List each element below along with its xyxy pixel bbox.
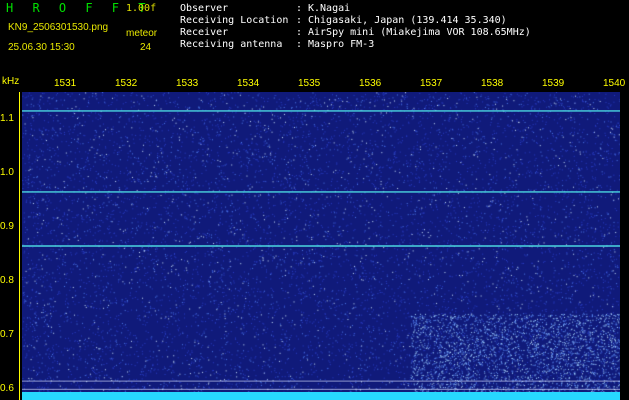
y-axis-unit: kHz: [2, 76, 20, 87]
info-separator: :: [296, 15, 303, 26]
receiver-value: AirSpy mini (Miakejima VOR 108.65MHz): [308, 27, 531, 38]
receiver-label: Receiver: [180, 27, 229, 38]
datetime-label: 25.06.30 15:30: [8, 42, 75, 53]
y-tick-label: 0.7: [0, 329, 14, 341]
x-tick-label: 1540: [603, 78, 626, 89]
x-tick-label: 1537: [420, 78, 443, 89]
y-tick-label: 0.9: [0, 221, 14, 233]
x-tick-label: 1536: [359, 78, 382, 89]
antenna-label: Receiving antenna: [180, 39, 283, 50]
y-axis-line: [19, 92, 20, 400]
filename-label: KN9_2506301530.png: [8, 22, 109, 33]
y-tick-label: 1.0: [0, 167, 14, 179]
x-tick-label: 1539: [542, 78, 565, 89]
x-tick-label: 1533: [176, 78, 199, 89]
x-tick-label: 1535: [298, 78, 321, 89]
observer-value: K.Nagai: [308, 3, 351, 14]
spectrogram-plot: [22, 92, 620, 400]
mode-label: meteor: [126, 28, 158, 39]
x-tick-label: 1534: [237, 78, 260, 89]
x-tick-label: 1532: [115, 78, 138, 89]
version-label: 1.00f: [126, 3, 157, 14]
header-panel: H R O F F T 1.00f KN9_2506301530.png met…: [0, 0, 629, 74]
info-separator: :: [296, 39, 303, 50]
y-tick-label: 0.6: [0, 383, 14, 395]
location-label: Receiving Location: [180, 15, 289, 26]
x-tick-label: 1531: [54, 78, 77, 89]
y-tick-label: 0.8: [0, 275, 14, 287]
bottom-band: [22, 392, 620, 400]
x-tick-label: 1538: [481, 78, 504, 89]
info-separator: :: [296, 27, 303, 38]
y-tick-label: 1.1: [0, 113, 14, 125]
x-axis-bar: [22, 78, 620, 92]
spectrogram-lines: [22, 110, 620, 396]
antenna-value: Maspro FM-3: [308, 39, 375, 50]
info-separator: :: [296, 3, 303, 14]
count-label: 24: [140, 42, 152, 53]
observer-label: Observer: [180, 3, 229, 14]
location-value: Chigasaki, Japan (139.414 35.340): [308, 15, 507, 26]
